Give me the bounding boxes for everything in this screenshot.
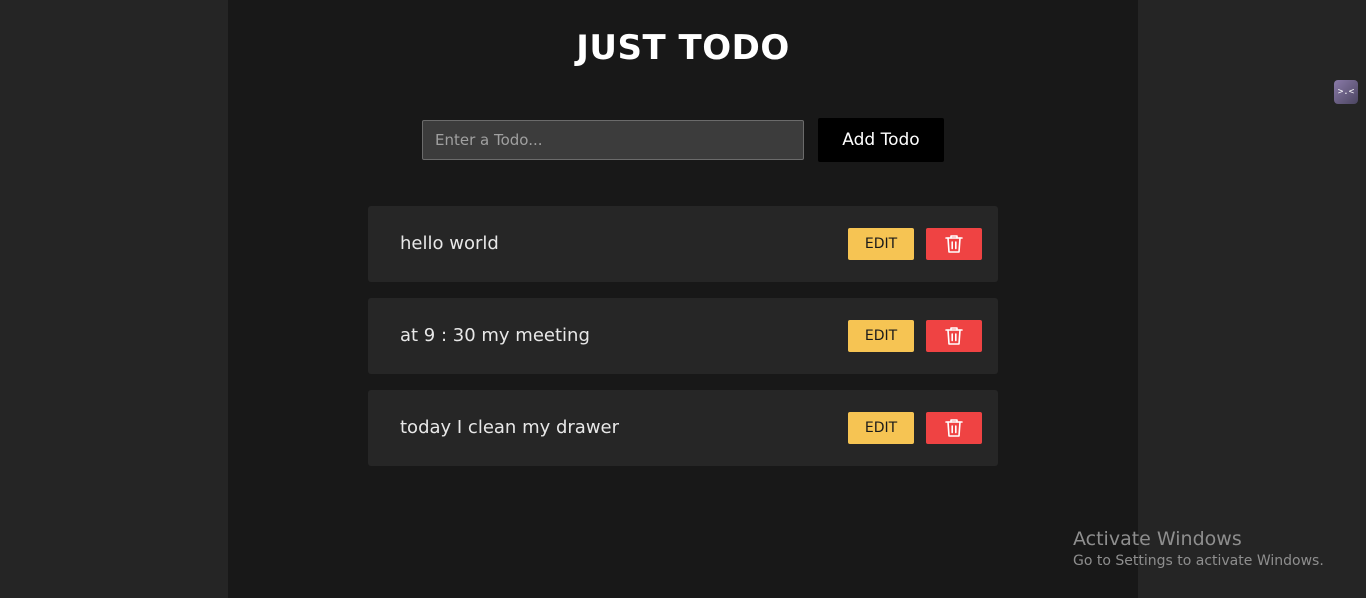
app-container: JUST TODO Add Todo hello world EDIT — [228, 0, 1138, 598]
edit-button[interactable]: EDIT — [848, 228, 914, 260]
trash-icon — [945, 419, 963, 437]
watermark-title: Activate Windows — [1073, 528, 1242, 550]
delete-button[interactable] — [926, 320, 982, 352]
delete-button[interactable] — [926, 228, 982, 260]
todo-list: hello world EDIT at 9 : 30 my meeting ED… — [368, 206, 998, 482]
todo-item: hello world EDIT — [368, 206, 998, 282]
edit-button[interactable]: EDIT — [848, 412, 914, 444]
todo-item: at 9 : 30 my meeting EDIT — [368, 298, 998, 374]
add-todo-button[interactable]: Add Todo — [818, 118, 944, 162]
todo-text: today I clean my drawer — [400, 417, 620, 438]
extension-icon-glyph: >.< — [1337, 87, 1355, 97]
todo-item: today I clean my drawer EDIT — [368, 390, 998, 466]
extension-icon[interactable]: >.< — [1334, 80, 1358, 104]
todo-text: hello world — [400, 233, 499, 254]
activate-windows-watermark: Activate Windows Go to Settings to activ… — [1073, 528, 1324, 572]
todo-input[interactable] — [422, 120, 804, 160]
watermark-subtitle: Go to Settings to activate Windows. — [1073, 553, 1324, 569]
page: JUST TODO Add Todo hello world EDIT — [0, 0, 1366, 598]
edit-button[interactable]: EDIT — [848, 320, 914, 352]
trash-icon — [945, 235, 963, 253]
app-title: JUST TODO — [576, 28, 790, 68]
todo-text: at 9 : 30 my meeting — [400, 325, 590, 346]
trash-icon — [945, 327, 963, 345]
delete-button[interactable] — [926, 412, 982, 444]
